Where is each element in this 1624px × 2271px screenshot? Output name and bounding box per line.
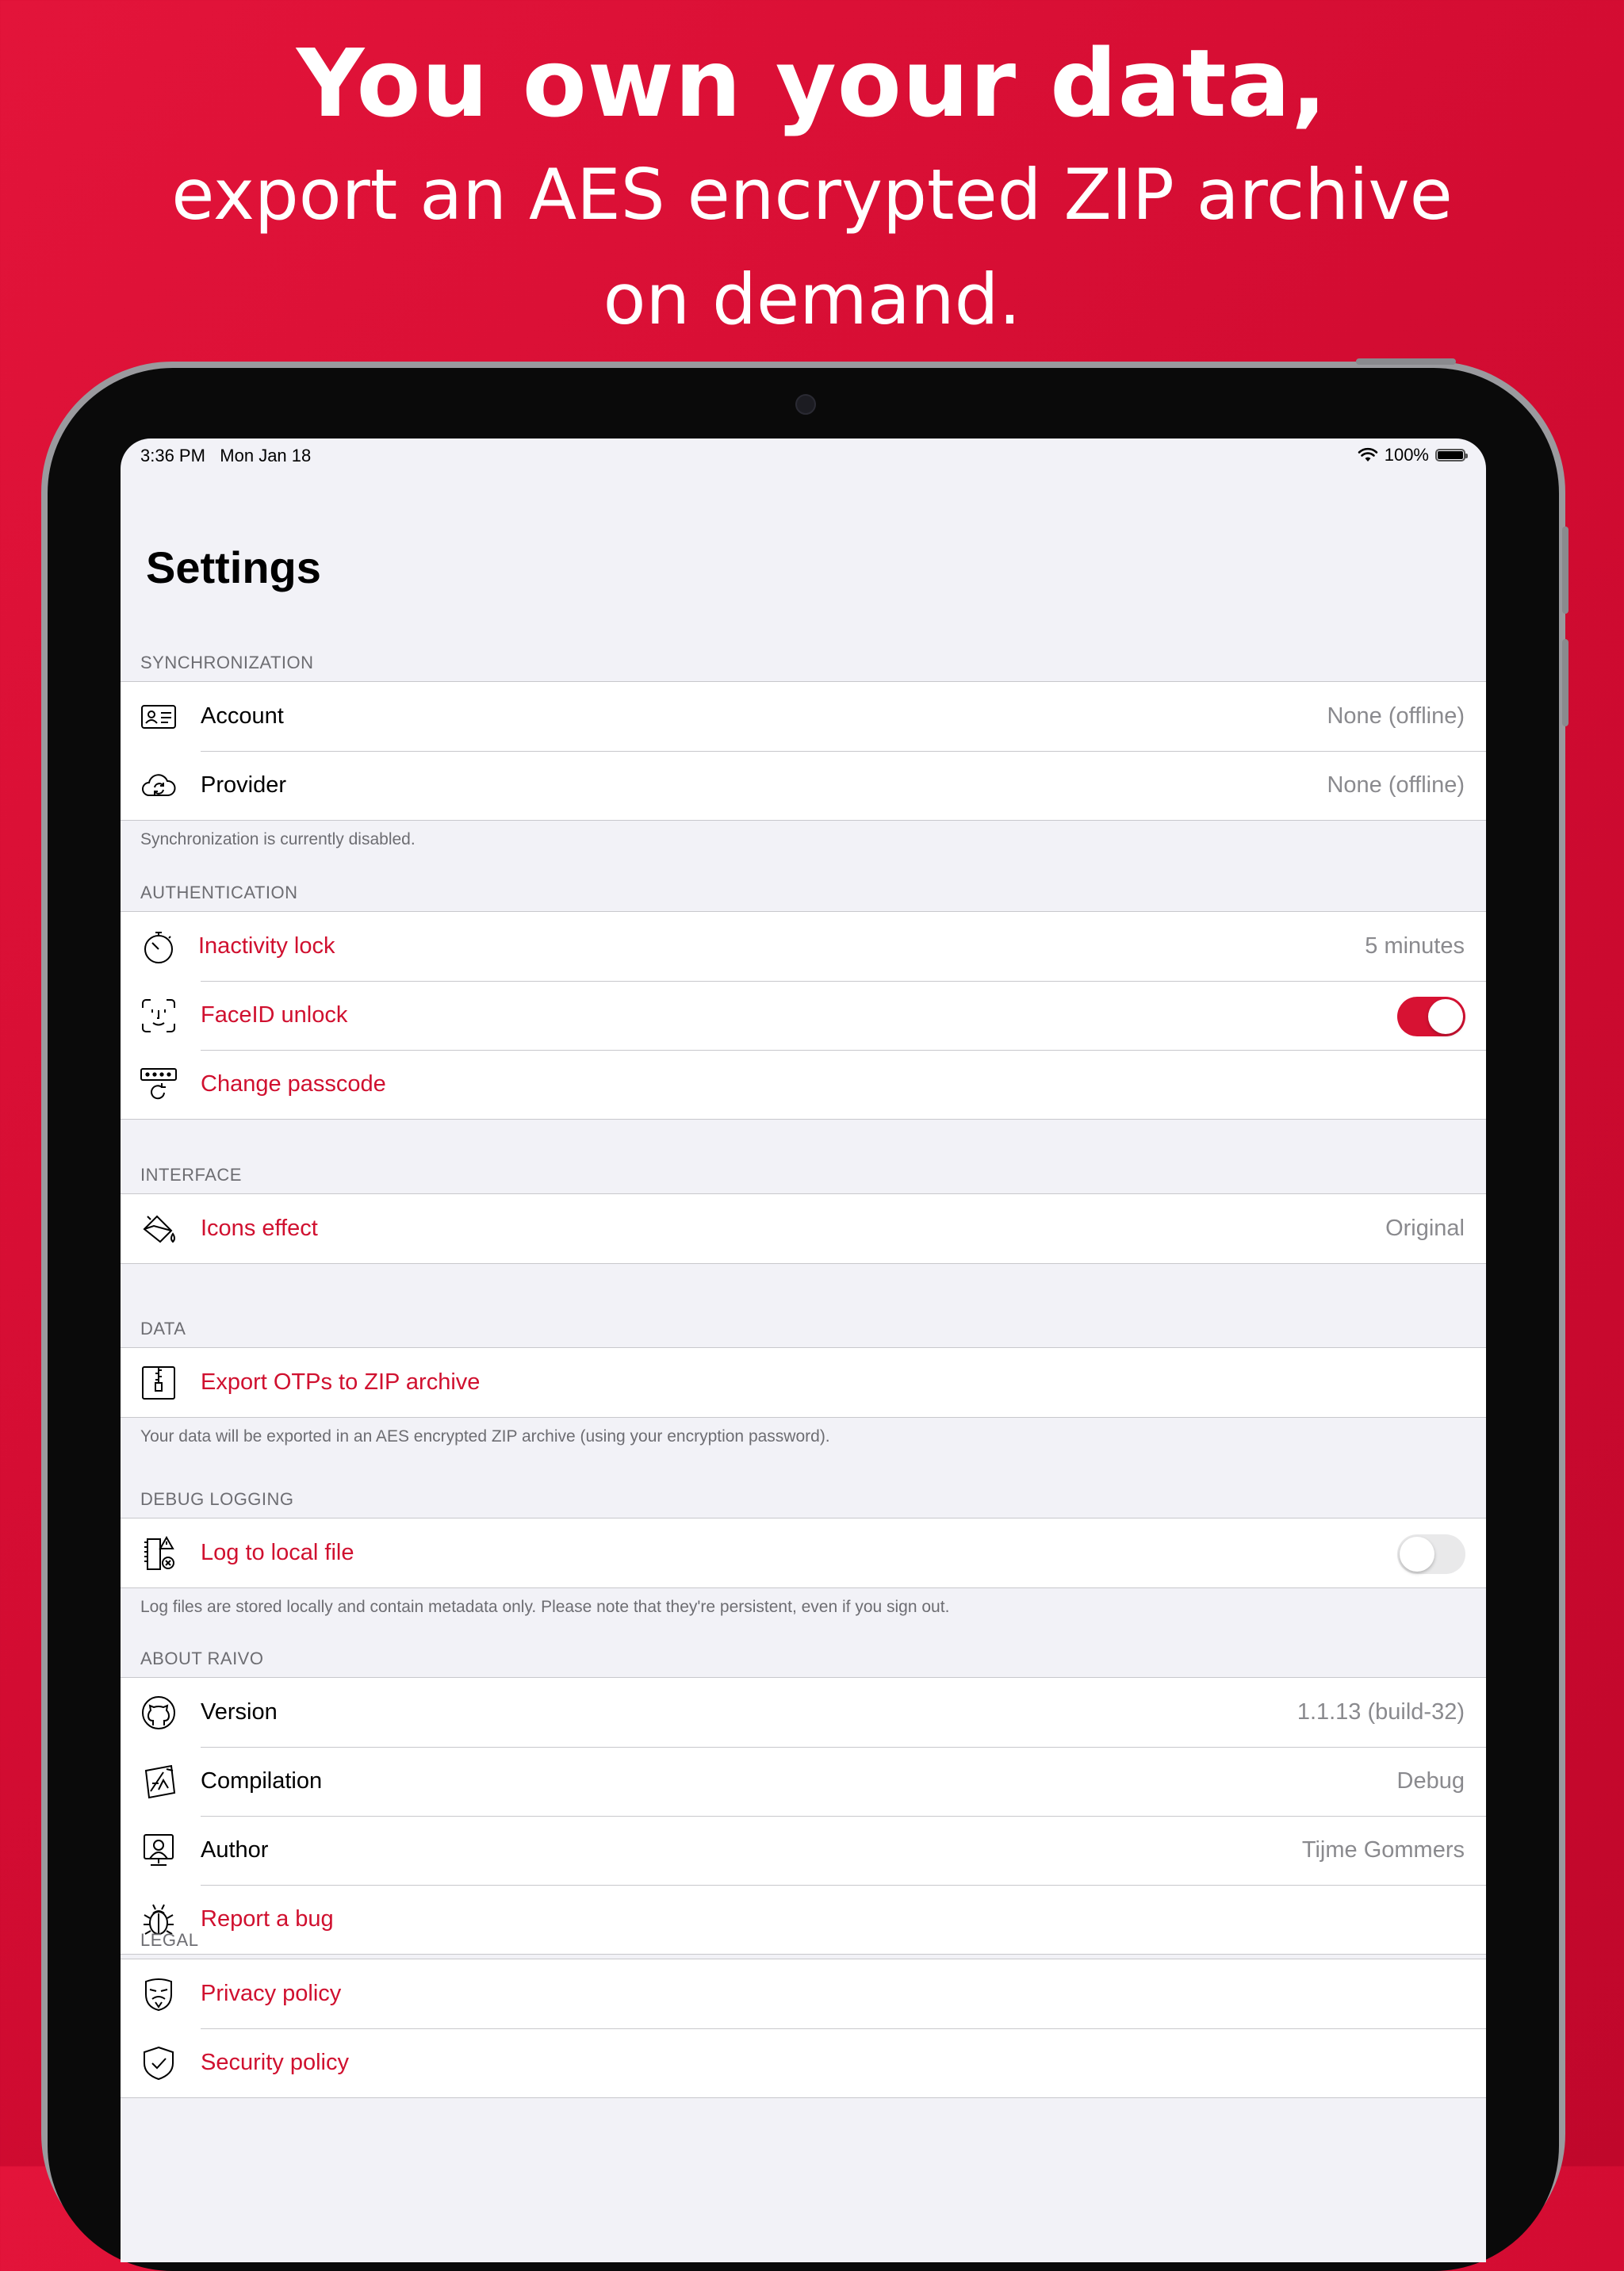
group-interface: Icons effect Original <box>121 1193 1486 1264</box>
row-inactivity-lock[interactable]: Inactivity lock 5 minutes <box>121 912 1486 981</box>
toggle-knob <box>1400 1537 1434 1572</box>
volume-down-button <box>1562 639 1568 726</box>
data-footer: Your data will be exported in an AES enc… <box>140 1427 830 1446</box>
face-id-icon <box>140 997 178 1035</box>
status-time: 3:36 PM Mon Jan 18 <box>140 446 312 465</box>
developer-monitor-icon <box>140 1832 178 1870</box>
author-value: Tijme Gommers <box>1301 1837 1465 1863</box>
id-card-icon <box>140 698 178 736</box>
row-icons-effect[interactable]: Icons effect Original <box>121 1194 1486 1263</box>
account-label: Account <box>201 703 284 729</box>
battery-percent: 100% <box>1384 445 1429 465</box>
account-value: None (offline) <box>1327 703 1465 729</box>
anonymous-mask-icon <box>140 1975 178 2013</box>
row-provider[interactable]: Provider None (offline) <box>121 751 1486 820</box>
top-button <box>1356 358 1456 365</box>
section-header-debug-logging: DEBUG LOGGING <box>140 1489 294 1509</box>
security-policy-label: Security policy <box>201 2050 349 2075</box>
inactivity-lock-value: 5 minutes <box>1365 933 1465 959</box>
log-file-warning-icon <box>140 1534 178 1572</box>
group-debug-logging: Log to local file <box>121 1518 1486 1588</box>
version-label: Version <box>201 1699 278 1725</box>
github-octocat-icon <box>140 1694 178 1732</box>
group-synchronization: Account None (offline) Provider None (of… <box>121 681 1486 821</box>
compilation-label: Compilation <box>201 1768 323 1794</box>
wifi-icon <box>1358 447 1378 461</box>
headline-title: You own your data, <box>296 29 1328 138</box>
export-otps-label: Export OTPs to ZIP archive <box>201 1369 481 1395</box>
faceid-toggle[interactable] <box>1397 997 1465 1036</box>
passcode-refresh-icon <box>140 1066 178 1104</box>
row-export-otps[interactable]: Export OTPs to ZIP archive <box>121 1348 1486 1417</box>
battery-icon <box>1435 449 1468 461</box>
log-to-file-label: Log to local file <box>201 1540 354 1565</box>
icons-effect-label: Icons effect <box>201 1216 318 1241</box>
paint-bucket-icon <box>140 1210 178 1248</box>
section-header-data: DATA <box>140 1319 186 1338</box>
row-account[interactable]: Account None (offline) <box>121 682 1486 751</box>
cloud-sync-icon <box>140 767 178 805</box>
group-data: Export OTPs to ZIP archive <box>121 1347 1486 1418</box>
page-title: Settings <box>146 542 321 592</box>
privacy-policy-label: Privacy policy <box>201 1981 342 2006</box>
group-about: Version 1.1.13 (build-32) Compilation De… <box>121 1677 1486 1955</box>
report-bug-label: Report a bug <box>201 1906 334 1932</box>
row-privacy-policy[interactable]: Privacy policy <box>121 1959 1486 2028</box>
synchronization-footer: Synchronization is currently disabled. <box>140 830 416 848</box>
provider-value: None (offline) <box>1327 772 1465 798</box>
group-legal: Privacy policy Security policy <box>121 1959 1486 2098</box>
row-compilation[interactable]: Compilation Debug <box>121 1747 1486 1816</box>
zip-archive-icon <box>140 1364 178 1402</box>
row-faceid-unlock: FaceID unlock <box>121 981 1486 1050</box>
status-bar: 3:36 PM Mon Jan 18 100% <box>121 438 1486 473</box>
log-to-file-toggle[interactable] <box>1397 1534 1465 1574</box>
row-author[interactable]: Author Tijme Gommers <box>121 1816 1486 1885</box>
toggle-knob <box>1428 999 1463 1034</box>
section-header-synchronization: SYNCHRONIZATION <box>140 653 314 672</box>
stopwatch-icon <box>140 928 178 966</box>
row-report-bug[interactable]: Report a bug <box>121 1885 1486 1954</box>
row-version[interactable]: Version 1.1.13 (build-32) <box>121 1678 1486 1747</box>
change-passcode-label: Change passcode <box>201 1071 386 1097</box>
debug-logging-footer: Log files are stored locally and contain… <box>140 1598 950 1616</box>
headline-subtitle: export an AES encrypted ZIP archive on d… <box>171 154 1453 340</box>
version-value: 1.1.13 (build-32) <box>1297 1699 1465 1725</box>
front-camera <box>795 394 816 415</box>
row-log-to-file: Log to local file <box>121 1518 1486 1587</box>
provider-label: Provider <box>201 772 286 798</box>
build-tools-icon <box>140 1763 178 1801</box>
row-change-passcode[interactable]: Change passcode <box>121 1050 1486 1119</box>
group-authentication: Inactivity lock 5 minutes FaceID unlock … <box>121 911 1486 1120</box>
section-header-authentication: AUTHENTICATION <box>140 883 298 902</box>
section-header-about: ABOUT RAIVO <box>140 1649 264 1668</box>
compilation-value: Debug <box>1396 1768 1465 1794</box>
volume-up-button <box>1562 527 1568 614</box>
row-security-policy[interactable]: Security policy <box>121 2028 1486 2097</box>
marketing-headline: You own your data, export an AES encrypt… <box>0 24 1624 352</box>
settings-screen: 3:36 PM Mon Jan 18 100% Settings SYNCHRO… <box>121 438 1486 2262</box>
faceid-unlock-label: FaceID unlock <box>201 1002 348 1028</box>
section-header-legal: LEGAL <box>140 1930 199 1950</box>
inactivity-lock-label: Inactivity lock <box>198 933 335 959</box>
author-label: Author <box>201 1837 269 1863</box>
section-header-interface: INTERFACE <box>140 1165 242 1185</box>
shield-check-icon <box>140 2044 178 2082</box>
icons-effect-value: Original <box>1385 1216 1465 1241</box>
